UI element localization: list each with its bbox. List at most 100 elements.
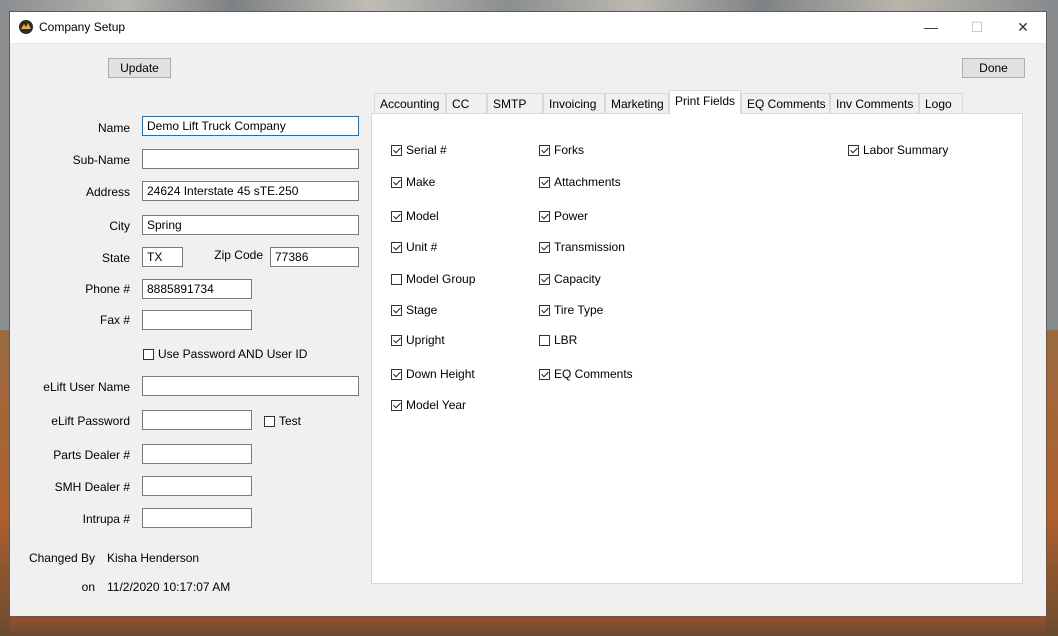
parts-dealer-label: Parts Dealer # bbox=[53, 448, 130, 462]
print-field-down-height-checkbox[interactable]: Down Height bbox=[391, 367, 475, 381]
checkbox-box[interactable] bbox=[391, 273, 402, 285]
name-label: Name bbox=[97, 121, 130, 135]
print-field-label: Serial # bbox=[406, 143, 447, 157]
use-password-box[interactable] bbox=[143, 348, 154, 360]
print-field-label: EQ Comments bbox=[554, 367, 633, 381]
use-password-checkbox[interactable]: Use Password AND User ID bbox=[143, 347, 307, 361]
parts-dealer-field[interactable] bbox=[142, 444, 252, 464]
changed-by-value: Kisha Henderson bbox=[107, 551, 200, 565]
phone-field[interactable] bbox=[142, 279, 252, 299]
print-field-model-year-checkbox[interactable]: Model Year bbox=[391, 398, 466, 412]
elift-user-label: eLift User Name bbox=[43, 380, 130, 394]
checkbox-box[interactable] bbox=[391, 399, 402, 411]
checkbox-box[interactable] bbox=[391, 304, 402, 316]
tab-marketing[interactable]: Marketing bbox=[605, 93, 669, 113]
print-field-label: Capacity bbox=[554, 272, 601, 286]
window-title: Company Setup bbox=[39, 20, 126, 34]
print-field-label: Upright bbox=[406, 333, 445, 347]
test-checkbox[interactable]: Test bbox=[264, 414, 301, 428]
address-field[interactable] bbox=[142, 181, 359, 201]
checkbox-box[interactable] bbox=[391, 334, 402, 346]
desktop-background-left bbox=[0, 330, 10, 636]
checkbox-box[interactable] bbox=[539, 334, 550, 346]
checkbox-box[interactable] bbox=[391, 210, 402, 222]
subname-label: Sub-Name bbox=[72, 153, 130, 167]
elift-password-field[interactable] bbox=[142, 410, 252, 430]
print-field-label: Model Group bbox=[406, 272, 476, 286]
print-field-stage-checkbox[interactable]: Stage bbox=[391, 303, 437, 317]
checkbox-box[interactable] bbox=[539, 368, 550, 380]
print-field-make-checkbox[interactable]: Make bbox=[391, 175, 435, 189]
print-field-label: Forks bbox=[554, 143, 584, 157]
checkbox-box[interactable] bbox=[539, 144, 550, 156]
print-field-serial-checkbox[interactable]: Serial # bbox=[391, 143, 447, 157]
state-field[interactable] bbox=[142, 247, 183, 267]
print-field-attachments-checkbox[interactable]: Attachments bbox=[539, 175, 621, 189]
print-field-power-checkbox[interactable]: Power bbox=[539, 209, 588, 223]
tab-cc[interactable]: CC bbox=[446, 93, 487, 113]
checkbox-box[interactable] bbox=[391, 241, 402, 253]
print-field-capacity-checkbox[interactable]: Capacity bbox=[539, 272, 601, 286]
title-bar[interactable]: Company Setup — ☐ ✕ bbox=[10, 12, 1046, 44]
print-field-forks-checkbox[interactable]: Forks bbox=[539, 143, 584, 157]
update-button[interactable]: Update bbox=[108, 58, 171, 78]
tab-logo[interactable]: Logo bbox=[919, 93, 963, 113]
print-field-labor-summary-checkbox[interactable]: Labor Summary bbox=[848, 143, 948, 157]
elift-user-field[interactable] bbox=[142, 376, 359, 396]
zip-code-field[interactable] bbox=[270, 247, 359, 267]
smh-dealer-field[interactable] bbox=[142, 476, 252, 496]
print-field-label: Attachments bbox=[554, 175, 621, 189]
done-button[interactable]: Done bbox=[962, 58, 1025, 78]
name-field[interactable] bbox=[142, 116, 359, 136]
print-field-label: Model bbox=[406, 209, 439, 223]
fax-label: Fax # bbox=[99, 313, 130, 327]
maximize-button[interactable]: ☐ bbox=[954, 12, 1000, 43]
print-field-label: Transmission bbox=[554, 240, 625, 254]
city-field[interactable] bbox=[142, 215, 359, 235]
checkbox-box[interactable] bbox=[539, 176, 550, 188]
checkbox-box[interactable] bbox=[539, 304, 550, 316]
checkbox-box[interactable] bbox=[391, 368, 402, 380]
test-box[interactable] bbox=[264, 415, 275, 427]
print-field-label: Stage bbox=[406, 303, 438, 317]
changed-on-value: 11/2/2020 10:17:07 AM bbox=[107, 580, 231, 594]
zip-code-label: Zip Code bbox=[214, 248, 263, 262]
print-field-eq-comments-checkbox[interactable]: EQ Comments bbox=[539, 367, 633, 381]
intrupa-field[interactable] bbox=[142, 508, 252, 528]
print-field-tire-type-checkbox[interactable]: Tire Type bbox=[539, 303, 603, 317]
print-field-unit-checkbox[interactable]: Unit # bbox=[391, 240, 437, 254]
desktop-background-right bbox=[1046, 330, 1058, 636]
subname-field[interactable] bbox=[142, 149, 359, 169]
changed-by-label: Changed By bbox=[28, 551, 95, 565]
tab-invoicing[interactable]: Invoicing bbox=[543, 93, 605, 113]
fax-field[interactable] bbox=[142, 310, 252, 330]
smh-dealer-label: SMH Dealer # bbox=[54, 480, 130, 494]
use-password-label: Use Password AND User ID bbox=[158, 347, 308, 361]
print-field-label: Make bbox=[406, 175, 436, 189]
address-label: Address bbox=[85, 185, 130, 199]
elift-password-label: eLift Password bbox=[51, 414, 130, 428]
tab-accounting[interactable]: Accounting bbox=[374, 93, 446, 113]
on-label: on bbox=[81, 580, 95, 594]
checkbox-box[interactable] bbox=[391, 176, 402, 188]
tab-inv-comments[interactable]: Inv Comments bbox=[830, 93, 919, 113]
print-field-upright-checkbox[interactable]: Upright bbox=[391, 333, 445, 347]
print-field-model-checkbox[interactable]: Model bbox=[391, 209, 439, 223]
checkbox-box[interactable] bbox=[391, 144, 402, 156]
checkbox-box[interactable] bbox=[539, 241, 550, 253]
close-button[interactable]: ✕ bbox=[1000, 12, 1046, 43]
print-field-model-group-checkbox[interactable]: Model Group bbox=[391, 272, 475, 286]
state-label: State bbox=[101, 251, 130, 265]
tab-eq-comments[interactable]: EQ Comments bbox=[741, 93, 830, 113]
tab-smtp[interactable]: SMTP bbox=[487, 93, 543, 113]
city-label: City bbox=[109, 219, 130, 233]
checkbox-box[interactable] bbox=[539, 273, 550, 285]
checkbox-box[interactable] bbox=[848, 144, 859, 156]
checkbox-box[interactable] bbox=[539, 210, 550, 222]
tab-print-fields[interactable]: Print Fields bbox=[669, 90, 741, 114]
print-field-lbr-checkbox[interactable]: LBR bbox=[539, 333, 577, 347]
print-field-label: Tire Type bbox=[554, 303, 604, 317]
print-field-label: Model Year bbox=[406, 398, 467, 412]
minimize-button[interactable]: — bbox=[908, 12, 954, 43]
print-field-transmission-checkbox[interactable]: Transmission bbox=[539, 240, 625, 254]
